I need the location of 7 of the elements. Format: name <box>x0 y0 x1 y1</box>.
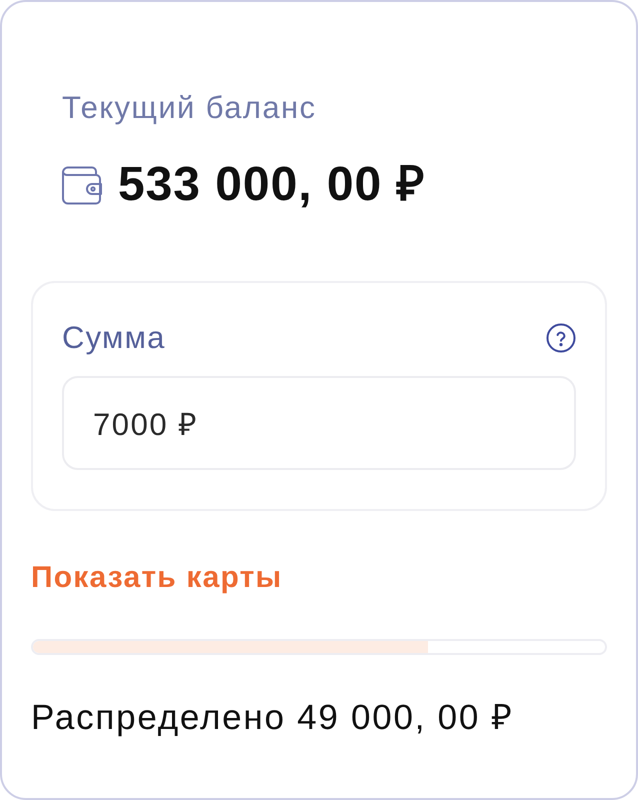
distributed-summary: Распределено 49 000, 00 ₽ <box>31 698 514 738</box>
balance-label: Текущий баланс <box>62 90 316 126</box>
wallet-icon <box>62 166 102 204</box>
help-icon[interactable] <box>546 323 576 353</box>
amount-input[interactable]: 7000 ₽ <box>62 376 576 470</box>
balance-amount: 533 000, 00 ₽ <box>118 159 426 211</box>
amount-label: Сумма <box>62 320 166 356</box>
